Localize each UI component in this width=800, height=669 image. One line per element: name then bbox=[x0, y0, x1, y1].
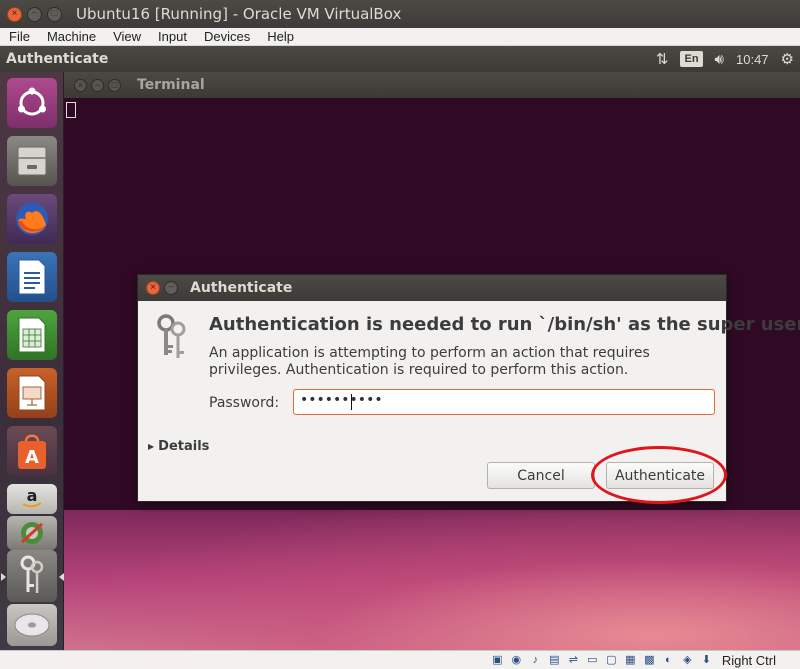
dialog-heading: Authentication is needed to run `/bin/sh… bbox=[209, 314, 800, 335]
svg-text:a: a bbox=[27, 487, 38, 505]
menu-help[interactable]: Help bbox=[258, 29, 302, 44]
files-icon[interactable] bbox=[7, 136, 57, 186]
expander-triangle-icon: ▶ bbox=[148, 442, 155, 451]
panel-app-title: Authenticate bbox=[6, 51, 109, 67]
terminal-minimize-button[interactable]: − bbox=[91, 78, 104, 92]
power-gear-icon[interactable]: ⚙ bbox=[781, 50, 794, 68]
dialog-minimize-button[interactable]: − bbox=[164, 281, 178, 295]
password-label: Password: bbox=[209, 395, 280, 411]
host-window-title: Ubuntu16 [Running] - Oracle VM VirtualBo… bbox=[76, 5, 402, 23]
password-field[interactable]: •••••••••• bbox=[293, 389, 715, 415]
host-key-arrow-icon: ⬇ bbox=[701, 654, 711, 666]
terminal-title: Terminal bbox=[137, 77, 205, 93]
video-capture-icon[interactable]: ▦ bbox=[623, 653, 638, 667]
authentication-keys-icon bbox=[152, 313, 192, 363]
vbox-statusbar: ▣ ◉ ♪ ▤ ⇌ ▭ ▢ ▦ ▩ ◐ ◈ ⬇ Right Ctrl bbox=[0, 650, 800, 669]
password-caret bbox=[351, 394, 352, 410]
dialog-titlebar[interactable]: × − Authenticate bbox=[138, 275, 726, 301]
svg-text:A: A bbox=[25, 447, 39, 468]
libreoffice-calc-icon[interactable] bbox=[7, 310, 57, 360]
menu-file[interactable]: File bbox=[0, 29, 38, 44]
terminal-cursor bbox=[66, 102, 76, 118]
menu-devices[interactable]: Devices bbox=[195, 29, 258, 44]
dvd-icon[interactable] bbox=[7, 604, 57, 646]
host-close-button[interactable]: × bbox=[7, 6, 22, 22]
dialog-window-controls: × − bbox=[146, 281, 178, 295]
libreoffice-impress-icon[interactable] bbox=[7, 368, 57, 418]
usb-icon[interactable]: ⇌ bbox=[566, 653, 581, 667]
unity-launcher: A a bbox=[0, 72, 64, 650]
keyboard-layout-indicator[interactable]: En bbox=[680, 51, 703, 67]
details-expander[interactable]: ▶ Details bbox=[148, 439, 209, 454]
menu-machine[interactable]: Machine bbox=[38, 29, 104, 44]
system-settings-icon[interactable] bbox=[7, 516, 57, 550]
dialog-close-button[interactable]: × bbox=[146, 281, 160, 295]
menu-input[interactable]: Input bbox=[149, 29, 195, 44]
host-menubar: File Machine View Input Devices Help bbox=[0, 28, 800, 46]
menu-view[interactable]: View bbox=[104, 29, 149, 44]
cpu-icon[interactable]: ▩ bbox=[642, 653, 657, 667]
keys-icon[interactable] bbox=[7, 550, 57, 602]
optical-drive-icon[interactable]: ◉ bbox=[509, 653, 524, 667]
network-icon[interactable]: ⇅ bbox=[656, 50, 669, 68]
panel-indicators: ⇅ En 🔊︎ 10:47 ⚙ bbox=[656, 46, 794, 72]
dialog-description: An application is attempting to perform … bbox=[209, 345, 650, 378]
audio-icon[interactable]: ♪ bbox=[528, 653, 543, 667]
dialog-title: Authenticate bbox=[190, 280, 293, 296]
host-maximize-button[interactable]: □ bbox=[47, 6, 62, 22]
desktop-wallpaper-glow bbox=[64, 500, 800, 650]
clock[interactable]: 10:47 bbox=[736, 52, 769, 67]
ubuntu-top-panel: Authenticate ⇅ En 🔊︎ 10:47 ⚙ bbox=[0, 46, 800, 72]
hard-disk-icon[interactable]: ▣ bbox=[490, 653, 505, 667]
shared-folders-icon[interactable]: ▭ bbox=[585, 653, 600, 667]
terminal-maximize-button[interactable]: □ bbox=[108, 78, 121, 92]
terminal-titlebar[interactable]: × − □ Terminal bbox=[64, 72, 800, 98]
host-window-controls: × − □ bbox=[7, 6, 62, 22]
volume-icon[interactable]: 🔊︎ bbox=[715, 51, 724, 68]
host-titlebar: × − □ Ubuntu16 [Running] - Oracle VM Vir… bbox=[0, 0, 800, 28]
network-adapter-icon[interactable]: ▤ bbox=[547, 653, 562, 667]
dash-home-icon[interactable] bbox=[7, 78, 57, 128]
terminal-window-controls: × − □ bbox=[74, 78, 121, 92]
host-key-label: Right Ctrl bbox=[721, 652, 776, 668]
keyboard-capture-icon[interactable]: ◈ bbox=[680, 653, 695, 667]
keys-focused-indicator bbox=[59, 573, 64, 581]
libreoffice-writer-icon[interactable] bbox=[7, 252, 57, 302]
highlight-ellipse bbox=[591, 446, 727, 504]
terminal-close-button[interactable]: × bbox=[74, 78, 87, 92]
amazon-icon[interactable]: a bbox=[7, 484, 57, 514]
host-minimize-button[interactable]: − bbox=[27, 6, 42, 22]
ubuntu-software-icon[interactable]: A bbox=[7, 426, 57, 476]
details-label: Details bbox=[158, 439, 210, 454]
cancel-button[interactable]: Cancel bbox=[487, 462, 595, 489]
display-icon[interactable]: ▢ bbox=[604, 653, 619, 667]
firefox-icon[interactable] bbox=[7, 194, 57, 244]
mouse-integration-icon[interactable]: ◐ bbox=[661, 653, 676, 667]
keys-running-indicator bbox=[1, 573, 6, 581]
